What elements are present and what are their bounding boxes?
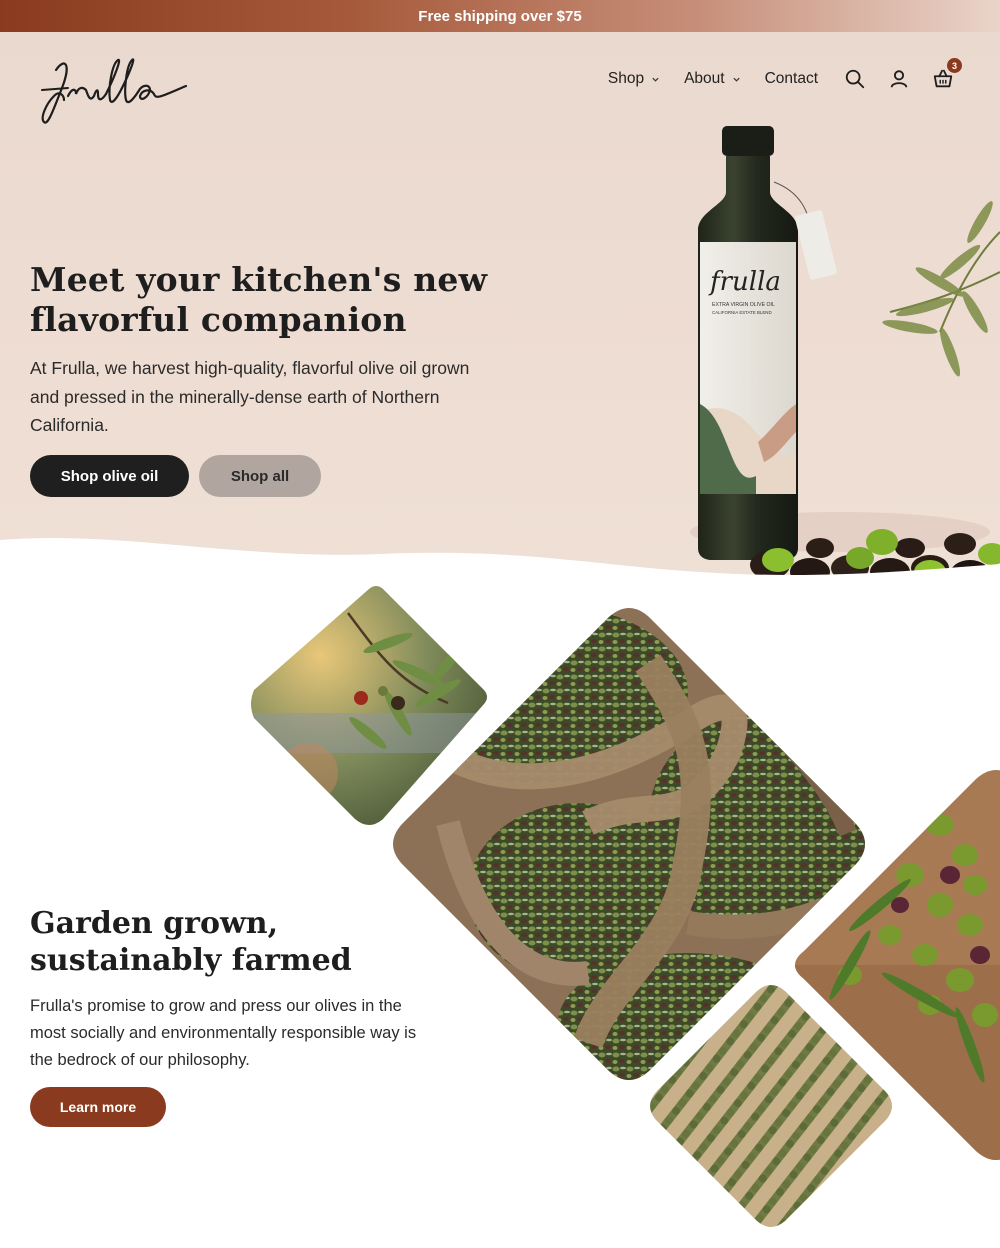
hero-description: At Frulla, we harvest high-quality, flav…: [30, 358, 470, 435]
main-nav: Shop About Contact 3: [608, 58, 962, 90]
search-icon[interactable]: [844, 68, 866, 90]
chevron-down-icon: [732, 77, 740, 82]
nav-contact-label: Contact: [764, 70, 818, 87]
nav-about[interactable]: About: [684, 70, 741, 88]
nav-contact[interactable]: Contact: [765, 70, 818, 88]
cart-count-badge: 3: [947, 58, 962, 73]
frulla-logo[interactable]: [38, 48, 198, 128]
section-title: Garden grown, sustainably farmed: [30, 906, 352, 978]
nav-shop[interactable]: Shop: [608, 70, 660, 88]
shop-olive-oil-button[interactable]: Shop olive oil: [30, 455, 189, 497]
chevron-down-icon: [652, 77, 659, 82]
nav-about-label: About: [684, 70, 725, 87]
announcement-bar: Free shipping over $75: [0, 0, 1000, 32]
hero-wave-divider: [0, 537, 1000, 592]
section-description: Frulla's promise to grow and press our o…: [30, 997, 417, 1069]
announcement-text: Free shipping over $75: [418, 7, 582, 25]
bottle-label-line2: CALIFORNIA ESTATE BLEND: [712, 310, 772, 315]
bottle-label-line1: EXTRA VIRGIN OLIVE OIL: [712, 302, 775, 308]
account-icon[interactable]: [888, 68, 910, 90]
bottle-brand-text: frulla: [708, 267, 781, 297]
learn-more-button[interactable]: Learn more: [30, 1087, 166, 1127]
nav-shop-label: Shop: [607, 70, 645, 87]
shop-all-button[interactable]: Shop all: [199, 455, 321, 497]
olive-orchard-aerial-photo: [650, 985, 892, 1227]
hero-title: Meet your kitchen's new flavorful compan…: [30, 260, 488, 339]
cart-button[interactable]: 3: [932, 58, 962, 90]
hero-section: Shop About Contact 3 Meet your kitchen's…: [0, 32, 1000, 592]
